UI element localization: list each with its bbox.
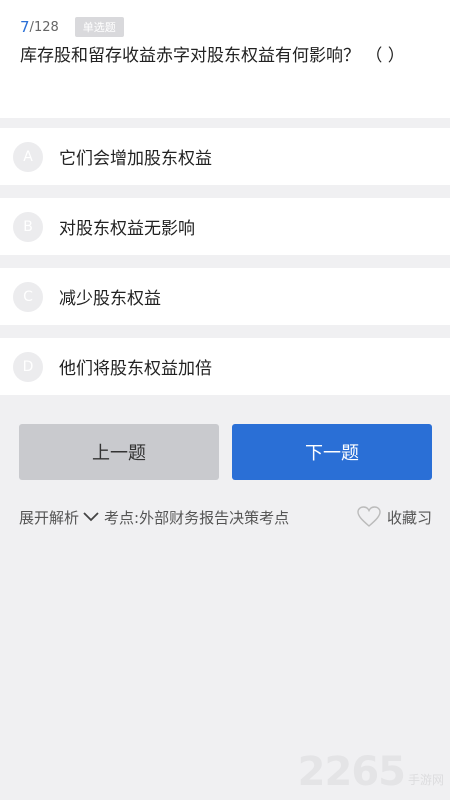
option-letter: D xyxy=(13,351,43,382)
option-text: 减少股东权益 xyxy=(59,289,161,309)
chevron-down-icon xyxy=(83,512,99,522)
watermark-number: 2265 xyxy=(297,749,406,795)
options-list: A 它们会增加股东权益 B 对股东权益无影响 C 减少股东权益 D 他们将股东权… xyxy=(0,128,450,395)
option-letter: A xyxy=(13,141,43,172)
exam-point-text: 考点:外部财务报告决策考点 xyxy=(104,508,290,527)
question-area: 7 / 128 单选题 库存股和留存收益赤字对股东权益有何影响？ （ ） xyxy=(0,0,450,118)
option-c[interactable]: C 减少股东权益 xyxy=(0,268,450,325)
watermark-logo: 2265 手游网 xyxy=(298,752,444,792)
expand-analysis-label: 展开解析 xyxy=(19,508,80,527)
watermark-text: 手游网 xyxy=(407,773,444,787)
option-letter: C xyxy=(13,281,43,312)
favorite-button[interactable]: 收藏习 xyxy=(357,506,432,528)
nav-buttons: 上一题 下一题 xyxy=(19,424,432,480)
question-type-badge: 单选题 xyxy=(74,17,124,37)
option-b[interactable]: B 对股东权益无影响 xyxy=(0,198,450,255)
progress-row: 7 / 128 单选题 xyxy=(20,16,430,38)
favorite-label: 收藏习 xyxy=(386,508,432,527)
option-a[interactable]: A 它们会增加股东权益 xyxy=(0,128,450,185)
progress-current: 7 xyxy=(20,18,30,36)
next-question-button[interactable]: 下一题 xyxy=(232,424,432,480)
option-text: 它们会增加股东权益 xyxy=(59,149,212,169)
expand-analysis-button[interactable]: 展开解析 xyxy=(19,507,104,528)
question-text: 库存股和留存收益赤字对股东权益有何影响？ （ ） xyxy=(20,46,405,66)
heart-icon xyxy=(357,506,381,527)
prev-question-button[interactable]: 上一题 xyxy=(19,424,219,480)
option-text: 对股东权益无影响 xyxy=(59,219,195,239)
bottom-toolbar: 展开解析 考点:外部财务报告决策考点 收藏习 xyxy=(19,506,432,528)
option-letter: B xyxy=(13,211,43,242)
progress-total: 128 xyxy=(33,19,59,35)
option-d[interactable]: D 他们将股东权益加倍 xyxy=(0,338,450,395)
option-text: 他们将股东权益加倍 xyxy=(59,359,212,379)
